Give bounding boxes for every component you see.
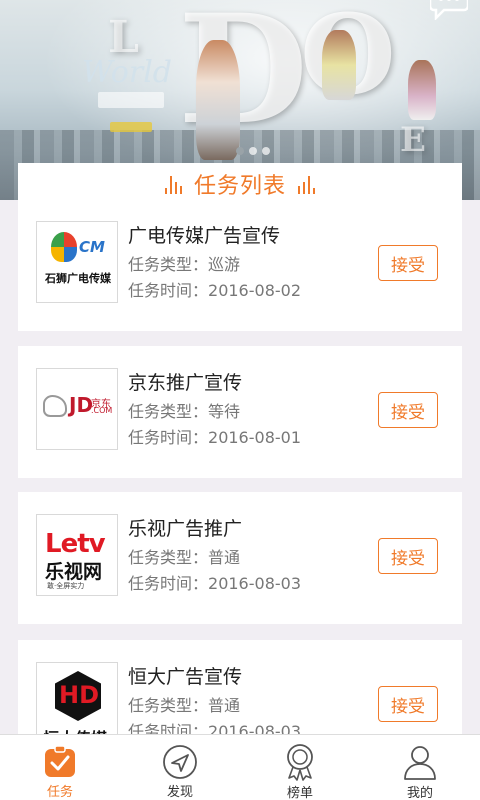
- nav-item-discover[interactable]: 发现: [120, 735, 240, 800]
- jd-dog-icon: [43, 395, 67, 417]
- accept-button[interactable]: 接受: [378, 538, 438, 574]
- task-type: 任务类型：等待: [128, 398, 240, 422]
- task-time-label: 任务时间：: [128, 574, 209, 593]
- task-check-icon: [41, 743, 79, 780]
- task-list-title: 任务列表: [193, 174, 286, 199]
- lion-emblem-icon: [51, 232, 77, 262]
- task-time-label: 任务时间：: [128, 428, 209, 447]
- task-type-value: 普通: [208, 548, 241, 567]
- nav-label: 发现: [166, 785, 193, 800]
- task-type: 任务类型：巡游: [128, 251, 240, 275]
- carousel-indicator: [236, 147, 270, 155]
- task-type-value: 普通: [208, 696, 241, 715]
- task-type-label: 任务类型：: [128, 696, 209, 715]
- task-card[interactable]: Letv 乐视网 敢·全屏实力 乐视广告推广 任务类型：普通 任务时间：2016…: [18, 492, 462, 624]
- banner-model-figure: [408, 60, 436, 120]
- profile-user-icon: [401, 743, 439, 781]
- discover-compass-icon: [161, 743, 199, 780]
- task-card[interactable]: JD 京东 .COM 京东推广宣传 任务类型：等待 任务时间：2016-08-0…: [18, 346, 462, 478]
- logo-text: .COM: [91, 406, 113, 415]
- nav-label: 我的: [406, 786, 433, 800]
- nav-item-tasks[interactable]: 任务: [0, 735, 120, 800]
- nav-label: 任务: [46, 785, 73, 800]
- nav-item-profile[interactable]: 我的: [360, 735, 480, 800]
- task-time-label: 任务时间：: [128, 281, 209, 300]
- banner-slogan-box: [98, 92, 164, 108]
- carousel-dot[interactable]: [249, 147, 257, 155]
- task-type: 任务类型：普通: [128, 544, 240, 568]
- task-type-label: 任务类型：: [128, 548, 209, 567]
- logo-text: 石狮广电传媒: [45, 272, 111, 285]
- accept-button[interactable]: 接受: [378, 245, 438, 281]
- logo-text: JD: [69, 393, 94, 417]
- banner-model-figure: [322, 30, 356, 100]
- task-time: 任务时间：2016-08-01: [128, 424, 301, 448]
- carousel-dot[interactable]: [236, 147, 244, 155]
- task-card[interactable]: CM 石狮广电传媒 广电传媒广告宣传 任务类型：巡游 任务时间：2016-08-…: [18, 199, 462, 331]
- jd-logo-icon: JD 京东 .COM: [36, 368, 118, 450]
- letv-logo-icon: Letv 乐视网 敢·全屏实力: [36, 514, 118, 596]
- banner-slogan-tag: [110, 122, 152, 132]
- task-time-value: 2016-08-03: [208, 574, 301, 593]
- task-time-value: 2016-08-02: [208, 281, 301, 300]
- task-type-label: 任务类型：: [128, 402, 209, 421]
- task-time: 任务时间：2016-08-03: [128, 570, 301, 594]
- logo-text: 敢·全屏实力: [47, 582, 85, 590]
- accept-button[interactable]: 接受: [378, 686, 438, 722]
- chat-bubble-icon[interactable]: [428, 0, 470, 22]
- banner-letter-e: E: [400, 120, 426, 160]
- logo-text: 乐视网: [45, 561, 103, 583]
- logo-text: HD: [59, 681, 100, 709]
- task-type-value: 等待: [208, 402, 241, 421]
- task-name: 京东推广宣传: [128, 372, 243, 394]
- banner-world-text: World: [82, 55, 172, 90]
- task-type: 任务类型：普通: [128, 692, 240, 716]
- task-type-value: 巡游: [208, 255, 241, 274]
- hd-logo-icon: HD 恒大传媒: [36, 662, 118, 744]
- logo-text: Letv: [45, 529, 106, 559]
- task-type-label: 任务类型：: [128, 255, 209, 274]
- carousel-dot[interactable]: [262, 147, 270, 155]
- logo-text: CM: [79, 238, 105, 256]
- task-time-value: 2016-08-01: [208, 428, 301, 447]
- task-name: 乐视广告推广: [128, 518, 243, 540]
- bottom-navigation: 任务 发现 榜单 我的: [0, 734, 480, 800]
- task-time: 任务时间：2016-08-02: [128, 277, 301, 301]
- accept-button[interactable]: 接受: [378, 392, 438, 428]
- banner-model-figure: [196, 40, 240, 160]
- shishi-cm-logo-icon: CM 石狮广电传媒: [36, 221, 118, 303]
- task-name: 恒大广告宣传: [128, 666, 243, 688]
- ranking-medal-icon: [281, 743, 319, 781]
- task-name: 广电传媒广告宣传: [128, 225, 281, 247]
- nav-item-ranking[interactable]: 榜单: [240, 735, 360, 800]
- sound-bars-right-icon: [298, 174, 315, 194]
- nav-label: 榜单: [286, 786, 313, 800]
- sound-bars-left-icon: [164, 174, 182, 194]
